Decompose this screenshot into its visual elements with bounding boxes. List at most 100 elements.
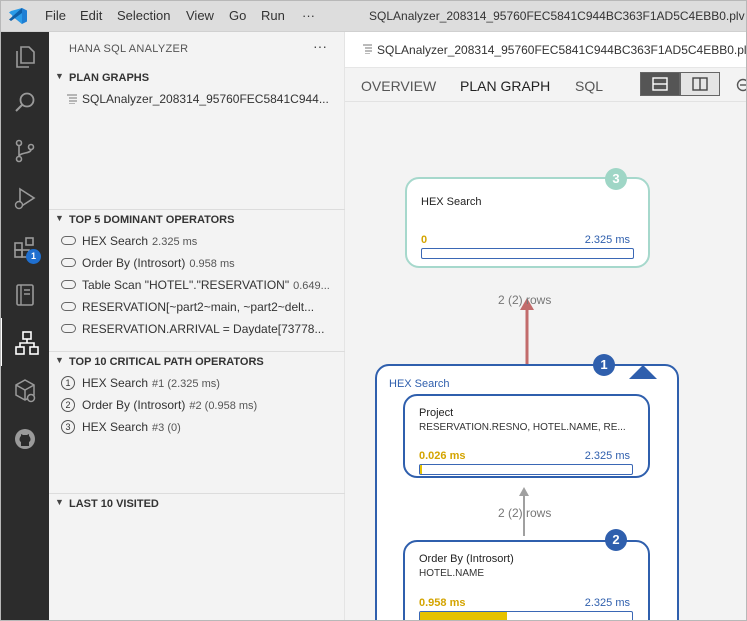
plan-node[interactable]: Project RESERVATION.RESNO, HOTEL.NAME, R…: [403, 394, 650, 478]
vscode-logo-icon: [9, 8, 27, 24]
list-item[interactable]: 1 HEX Search #1 (2.325 ms): [49, 372, 345, 394]
search-icon: [15, 92, 35, 112]
operator-icon: [61, 324, 76, 333]
chevron-down-icon: ▼: [55, 355, 64, 365]
operator-name: HEX Search: [82, 234, 149, 248]
operator-name: Order By (Introsort): [82, 398, 186, 412]
time-bar: [421, 248, 634, 259]
menu-go[interactable]: Go: [229, 8, 246, 23]
file-lines-icon: [67, 94, 77, 104]
operator-time: #1 (2.325 ms): [152, 378, 220, 390]
operator-time: #2 (0.958 ms): [189, 400, 258, 412]
edge-label: 2 (2) rows: [498, 293, 552, 307]
chevron-down-icon: ▼: [55, 213, 64, 223]
time-bar: [419, 464, 633, 475]
tab-sql[interactable]: SQL: [575, 78, 603, 94]
packages-button[interactable]: [0, 366, 49, 414]
operator-name: HEX Search: [82, 376, 149, 390]
rank-icon: 2: [61, 398, 75, 412]
time-bar-fill: [420, 465, 423, 474]
node-detail: HOTEL.NAME: [419, 568, 485, 579]
file-lines-icon: [363, 44, 372, 54]
menu-run[interactable]: Run: [261, 8, 285, 23]
list-item[interactable]: RESERVATION.ARRIVAL = Daydate[73778...: [49, 318, 345, 340]
operator-name: RESERVATION.ARRIVAL = Daydate[73778...: [82, 322, 325, 336]
run-debug-button[interactable]: [0, 174, 49, 222]
last10-header[interactable]: ▼ LAST 10 VISITED: [49, 494, 345, 514]
node-total-time: 2.325 ms: [584, 234, 630, 246]
list-item[interactable]: HEX Search 2.325 ms: [49, 230, 345, 252]
operator-icon: [61, 258, 76, 267]
node-badge: 3: [605, 168, 627, 190]
plan-graph-icon: [15, 331, 39, 355]
node-self-time: 0.026 ms: [419, 450, 466, 462]
editor-tab[interactable]: SQLAnalyzer_208314_95760FEC5841C944BC363…: [345, 32, 747, 68]
activity-bar: 1: [0, 32, 49, 621]
operator-time: #3 (0): [152, 422, 181, 434]
node-badge: 2: [605, 529, 627, 551]
sidebar-title: HANA SQL ANALYZER: [69, 43, 189, 55]
menu-selection[interactable]: Selection: [117, 8, 170, 23]
operator-time: 0.958 ms: [189, 258, 235, 270]
extensions-button[interactable]: 1: [0, 222, 49, 270]
tab-overview[interactable]: OVERVIEW: [361, 78, 436, 94]
github-button[interactable]: [0, 414, 49, 462]
node-total-time: 2.325 ms: [584, 450, 630, 462]
plan-node[interactable]: Order By (Introsort) HOTEL.NAME 0.958 ms…: [403, 540, 650, 621]
files-icon: [16, 46, 35, 68]
menu-file[interactable]: File: [45, 8, 66, 23]
plan-node[interactable]: HEX Search 0 2.325 ms: [405, 177, 650, 268]
operator-name: Table Scan "HOTEL"."RESERVATION": [82, 278, 290, 292]
critical-edge: [520, 298, 534, 365]
list-item[interactable]: Order By (Introsort) 0.958 ms: [49, 252, 345, 274]
sql-analyzer-button[interactable]: [0, 318, 49, 366]
window-title: SQLAnalyzer_208314_95760FEC5841C944BC363…: [369, 9, 747, 23]
operator-icon: [61, 236, 76, 245]
explorer-button[interactable]: [0, 32, 49, 80]
chevron-down-icon: ▼: [55, 71, 64, 81]
notebook-icon: [16, 284, 34, 306]
operator-icon: [61, 280, 76, 289]
menu-view[interactable]: View: [186, 8, 214, 23]
layout-vertical-button[interactable]: [680, 72, 720, 96]
list-item[interactable]: 2 Order By (Introsort) #2 (0.958 ms): [49, 394, 345, 416]
list-item[interactable]: RESERVATION[~part2~main, ~part2~delt...: [49, 296, 345, 318]
list-item[interactable]: Table Scan "HOTEL"."RESERVATION" 0.649...: [49, 274, 345, 296]
plan-graphs-header[interactable]: ▼ PLAN GRAPHS: [49, 68, 345, 88]
group-label: HEX Search: [389, 378, 450, 390]
cube-gear-icon: [15, 379, 36, 403]
time-bar: [419, 611, 633, 621]
node-self-time: 0: [421, 234, 428, 246]
node-self-time: 0.958 ms: [419, 597, 466, 609]
node-title: Order By (Introsort): [419, 553, 514, 565]
sidebar: HANA SQL ANALYZER ··· ▼ PLAN GRAPHS SQLA…: [49, 32, 345, 621]
tab-plan-graph[interactable]: PLAN GRAPH: [460, 78, 550, 94]
title-bar: File Edit Selection View Go Run ··· SQLA…: [0, 0, 747, 32]
node-total-time: 2.325 ms: [584, 597, 630, 609]
zoom-out-icon[interactable]: [736, 78, 747, 92]
operator-icon: [61, 302, 76, 311]
plan-graph-canvas[interactable]: 2 (2) rows HEX Search 0 2.325 ms 3 HEX S…: [345, 102, 747, 621]
list-item[interactable]: 3 HEX Search #3 (0): [49, 416, 345, 438]
source-control-icon: [15, 139, 35, 163]
split-vertical-icon: [692, 77, 708, 91]
menu-edit[interactable]: Edit: [80, 8, 102, 23]
edge-label: 2 (2) rows: [498, 506, 552, 520]
top10-header[interactable]: ▼ TOP 10 CRITICAL PATH OPERATORS: [49, 352, 345, 372]
operator-time: 2.325 ms: [152, 236, 198, 248]
menu-more[interactable]: ···: [302, 8, 315, 23]
source-control-button[interactable]: [0, 126, 49, 174]
rank-icon: 1: [61, 376, 75, 390]
extensions-badge: 1: [26, 249, 41, 264]
operator-name: RESERVATION[~part2~main, ~part2~delt...: [82, 300, 315, 314]
operator-name: Order By (Introsort): [82, 256, 186, 270]
editor-area: SQLAnalyzer_208314_95760FEC5841C944BC363…: [345, 32, 747, 621]
top5-header[interactable]: ▼ TOP 5 DOMINANT OPERATORS: [49, 210, 345, 230]
collapse-triangle-icon[interactable]: [629, 364, 657, 379]
sidebar-more-button[interactable]: ···: [313, 38, 327, 54]
notebook-button[interactable]: [0, 270, 49, 318]
search-button[interactable]: [0, 78, 49, 126]
layout-horizontal-button[interactable]: [640, 72, 680, 96]
operator-name: HEX Search: [82, 420, 149, 434]
list-item[interactable]: SQLAnalyzer_208314_95760FEC5841C944...: [49, 88, 345, 110]
